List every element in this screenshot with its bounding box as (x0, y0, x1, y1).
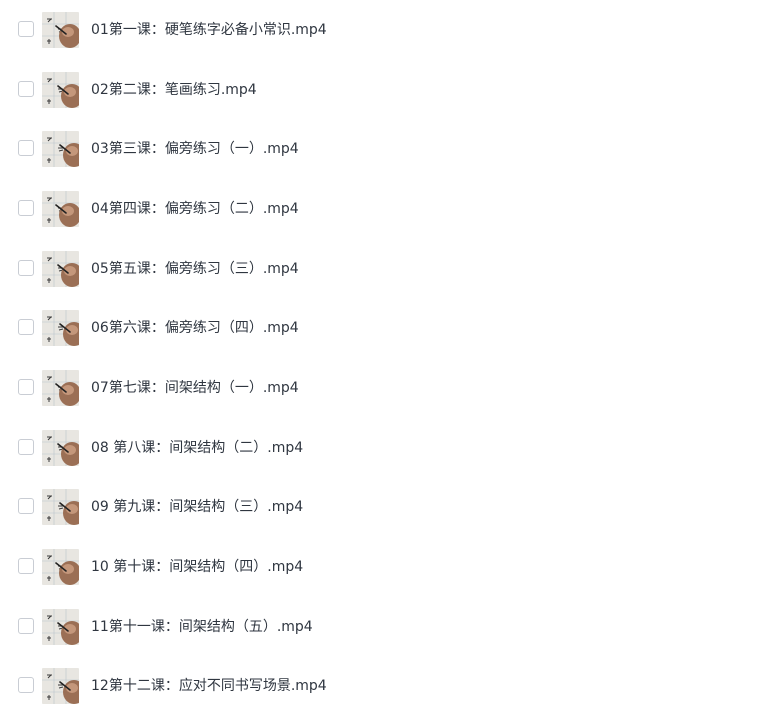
file-name[interactable]: 07第七课：间架结构（一）.mp4 (91, 378, 299, 398)
file-row[interactable]: 11第十一课：间架结构（五）.mp4 (0, 605, 768, 649)
file-row[interactable]: 07第七课：间架结构（一）.mp4 (0, 366, 768, 410)
select-checkbox[interactable] (18, 140, 34, 156)
file-row[interactable]: 05第五课：偏旁练习（三）.mp4 (0, 247, 768, 291)
video-thumbnail-icon[interactable] (42, 489, 79, 525)
file-row[interactable]: 09 第九课：间架结构（三）.mp4 (0, 485, 768, 529)
select-checkbox[interactable] (18, 439, 34, 455)
select-checkbox[interactable] (18, 677, 34, 693)
video-thumbnail-icon[interactable] (42, 131, 79, 167)
file-name[interactable]: 04第四课：偏旁练习（二）.mp4 (91, 199, 299, 219)
file-name[interactable]: 06第六课：偏旁练习（四）.mp4 (91, 318, 299, 338)
select-checkbox[interactable] (18, 260, 34, 276)
video-thumbnail-icon[interactable] (42, 430, 79, 466)
video-thumbnail-icon[interactable] (42, 72, 79, 108)
video-thumbnail-icon[interactable] (42, 251, 79, 287)
video-thumbnail-icon[interactable] (42, 12, 79, 48)
video-thumbnail-icon[interactable] (42, 191, 79, 227)
file-name[interactable]: 01第一课：硬笔练字必备小常识.mp4 (91, 20, 327, 40)
video-thumbnail-icon[interactable] (42, 370, 79, 406)
file-row[interactable]: 01第一课：硬笔练字必备小常识.mp4 (0, 8, 768, 52)
select-checkbox[interactable] (18, 379, 34, 395)
select-checkbox[interactable] (18, 81, 34, 97)
video-thumbnail-icon[interactable] (42, 609, 79, 645)
select-checkbox[interactable] (18, 319, 34, 335)
select-checkbox[interactable] (18, 200, 34, 216)
select-checkbox[interactable] (18, 618, 34, 634)
video-thumbnail-icon[interactable] (42, 549, 79, 585)
file-name[interactable]: 05第五课：偏旁练习（三）.mp4 (91, 259, 299, 279)
file-row[interactable]: 04第四课：偏旁练习（二）.mp4 (0, 187, 768, 231)
select-checkbox[interactable] (18, 558, 34, 574)
file-row[interactable]: 02第二课：笔画练习.mp4 (0, 68, 768, 112)
file-row[interactable]: 08 第八课：间架结构（二）.mp4 (0, 426, 768, 470)
file-name[interactable]: 10 第十课：间架结构（四）.mp4 (91, 557, 303, 577)
file-row[interactable]: 03第三课：偏旁练习（一）.mp4 (0, 127, 768, 171)
video-thumbnail-icon[interactable] (42, 668, 79, 704)
file-row[interactable]: 12第十二课：应对不同书写场景.mp4 (0, 664, 768, 708)
file-name[interactable]: 09 第九课：间架结构（三）.mp4 (91, 497, 303, 517)
select-checkbox[interactable] (18, 21, 34, 37)
file-row[interactable]: 06第六课：偏旁练习（四）.mp4 (0, 306, 768, 350)
file-name[interactable]: 03第三课：偏旁练习（一）.mp4 (91, 139, 299, 159)
file-name[interactable]: 11第十一课：间架结构（五）.mp4 (91, 617, 313, 637)
video-thumbnail-icon[interactable] (42, 310, 79, 346)
file-row[interactable]: 10 第十课：间架结构（四）.mp4 (0, 545, 768, 589)
file-name[interactable]: 08 第八课：间架结构（二）.mp4 (91, 438, 303, 458)
select-checkbox[interactable] (18, 498, 34, 514)
file-name[interactable]: 12第十二课：应对不同书写场景.mp4 (91, 676, 327, 696)
file-name[interactable]: 02第二课：笔画练习.mp4 (91, 80, 257, 100)
